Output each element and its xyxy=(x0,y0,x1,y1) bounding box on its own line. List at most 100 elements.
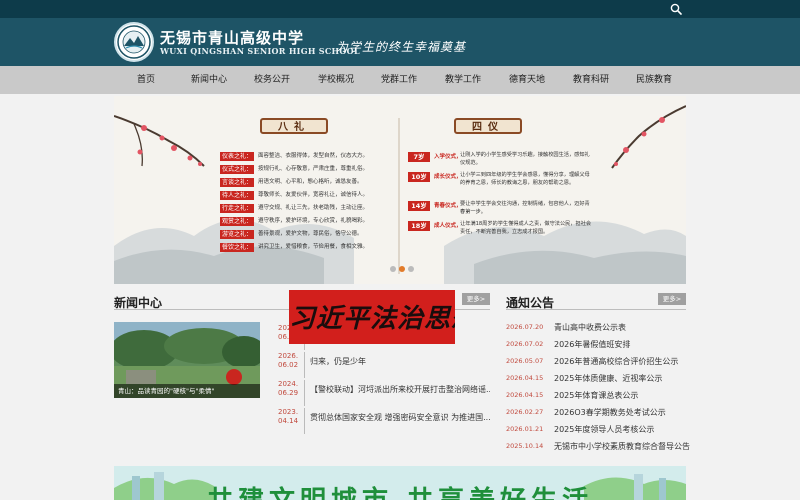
rule-of-law-calligraphy: 习近平法治思想 xyxy=(289,304,455,334)
main-nav: 首页 新闻中心 校务公开 学校概况 党群工作 教学工作 德育天地 教育科研 民族… xyxy=(0,66,800,94)
notice-date: 2026.01.21 xyxy=(506,425,544,433)
news-more-button[interactable]: 更多> xyxy=(462,293,490,305)
school-slogan: 为学生的终生幸福奠基 xyxy=(336,40,467,54)
nav-item-news[interactable]: 新闻中心 xyxy=(191,66,227,94)
school-logo[interactable] xyxy=(114,22,154,62)
news-divider xyxy=(304,352,305,378)
notice-date: 2026.07.02 xyxy=(506,340,544,348)
nav-item-ethnic[interactable]: 民族教育 xyxy=(636,66,672,94)
age-tag: 7岁 xyxy=(408,152,430,162)
ceremony-text: 让小学三到四年级的学生学会感恩，懂得分享，理解父母的养育之恩，师长的教诲之恩，朋… xyxy=(460,172,590,186)
notice-date: 2025.10.14 xyxy=(506,442,544,450)
top-bar xyxy=(0,0,800,18)
notice-list-item[interactable]: 2026.05.07 2026年普通高校综合评价招生公示 xyxy=(506,354,690,371)
ceremony-name: 成人仪式， xyxy=(434,223,462,229)
rite-text: 遵守秩序，爱护环境，专心欣赏，礼貌喝彩。 xyxy=(258,218,369,224)
age-tag: 10岁 xyxy=(408,172,430,182)
notice-title[interactable]: 2026O3春学期教务处考试公示 xyxy=(554,407,690,418)
rite-text: 善待景观，爱护文物，尊民俗，恪守公德。 xyxy=(258,231,363,237)
nav-item-moral[interactable]: 德育天地 xyxy=(509,66,545,94)
notice-title[interactable]: 2025年体育课总表公示 xyxy=(554,390,690,401)
nav-item-teaching[interactable]: 教学工作 xyxy=(445,66,481,94)
news-list-item[interactable]: 2023. 04.14 贯彻总体国家安全观 增强密码安全意识 为推进国... xyxy=(270,408,490,438)
rite-text: 遵守交规、礼让三先，扶老助残，主动让座。 xyxy=(258,205,369,211)
carousel-dot[interactable] xyxy=(390,266,396,272)
notice-date: 2026.05.07 xyxy=(506,357,544,365)
nav-item-affairs[interactable]: 校务公开 xyxy=(254,66,290,94)
news-date: 2023. 04.14 xyxy=(278,408,299,425)
four-ceremonies-title: 四仪 xyxy=(454,118,522,134)
eight-rites-title: 八礼 xyxy=(260,118,328,134)
news-date: 2024. 06.29 xyxy=(278,380,299,397)
ceremony-name: 入学仪式， xyxy=(434,154,462,160)
notice-date: 2026.04.15 xyxy=(506,374,544,382)
notice-list-item[interactable]: 2026.07.20 青山高中收费公示表 xyxy=(506,320,690,337)
header: 无锡市青山高级中学 WUXI QINGSHAN SENIOR HIGH SCHO… xyxy=(0,18,800,66)
rite-tag: 仪式之礼： xyxy=(220,165,255,174)
notice-list-item[interactable]: 2026.04.15 2025年体质健康、近视率公示 xyxy=(506,371,690,388)
school-emblem-icon xyxy=(117,25,151,59)
search-icon[interactable] xyxy=(670,3,682,15)
ceremony-name: 青春仪式， xyxy=(434,203,462,209)
notice-list-item[interactable]: 2025.10.14 无锡市中小学校素质教育综合督导公告 xyxy=(506,439,690,456)
news-featured-photo[interactable]: 青山：品读青园的"硬核"与"柔情" xyxy=(114,322,260,398)
homepage: 无锡市青山高级中学 WUXI QINGSHAN SENIOR HIGH SCHO… xyxy=(0,0,800,500)
notice-title[interactable]: 无锡市中小学校素质教育综合督导公告 xyxy=(554,441,690,452)
hero-banner[interactable]: 八礼 四仪 仪表之礼： 面容整洁、衣服得体，发型自然，仪态大方。 仪式之礼： 按… xyxy=(114,96,686,284)
rite-tag: 仪表之礼： xyxy=(220,152,255,161)
news-title[interactable]: 贯彻总体国家安全观 增强密码安全意识 为推进国... xyxy=(310,413,490,423)
school-name-en: WUXI QINGSHAN SENIOR HIGH SCHOOL xyxy=(160,46,360,56)
notice-list-item[interactable]: 2026.01.21 2025年度领导人员考核公示 xyxy=(506,422,690,439)
civilization-slogan: 共建文明城市 共享美好生活 xyxy=(114,480,686,500)
notice-date: 2026.04.15 xyxy=(506,391,544,399)
rite-tag: 游览之礼： xyxy=(220,230,255,239)
carousel-dot-active[interactable] xyxy=(399,266,405,272)
notice-title[interactable]: 青山高中收费公示表 xyxy=(554,322,690,333)
notice-title[interactable]: 2026年普通高校综合评价招生公示 xyxy=(554,356,690,367)
nav-item-party[interactable]: 党群工作 xyxy=(381,66,417,94)
nav-item-about[interactable]: 学校概况 xyxy=(318,66,354,94)
notice-title[interactable]: 2025年度领导人员考核公示 xyxy=(554,424,690,435)
notice-list-item[interactable]: 2026.07.02 2026年暑假值班安排 xyxy=(506,337,690,354)
notice-list-item[interactable]: 2026.02.27 2026O3春学期教务处考试公示 xyxy=(506,405,690,422)
nav-item-home[interactable]: 首页 xyxy=(137,66,155,94)
notice-title[interactable]: 2026年暑假值班安排 xyxy=(554,339,690,350)
rite-text: 讲究卫生，爱惜粮食，节俭用餐，食相文雅。 xyxy=(258,244,369,250)
news-list-item[interactable]: 2024. 06.29 【警校联动】河埒派出所来校开展打击整治网络谣... xyxy=(270,380,490,410)
notice-date: 2026.02.27 xyxy=(506,408,544,416)
rite-tag: 待人之礼： xyxy=(220,191,255,200)
news-list-item[interactable]: 2026. 06.02 归来，仍是少年 xyxy=(270,352,490,382)
news-title[interactable]: 【警校联动】河埒派出所来校开展打击整治网络谣... xyxy=(310,385,490,395)
ceremony-text: 让刚入学的小学生感受学习乐趣，接触校园生活，感知礼仪规范。 xyxy=(460,152,590,166)
civilization-banner[interactable]: 共建文明城市 共享美好生活 xyxy=(114,466,686,500)
news-title[interactable]: 归来，仍是少年 xyxy=(310,357,490,367)
carousel-pagination xyxy=(390,266,414,272)
news-photo-caption[interactable]: 青山：品读青园的"硬核"与"柔情" xyxy=(114,384,260,398)
notice-title[interactable]: 2025年体质健康、近视率公示 xyxy=(554,373,690,384)
rite-text: 面容整洁、衣服得体，发型自然，仪态大方。 xyxy=(258,153,369,159)
school-name-cn[interactable]: 无锡市青山高级中学 xyxy=(160,27,304,48)
ceremony-name: 成长仪式， xyxy=(434,174,462,180)
banner-background-art xyxy=(114,96,686,284)
ceremony-text: 让年满18周岁的学生懂得成人之责，做守法公民，担社会责任，不断完善自我，立志成才… xyxy=(460,221,592,235)
rite-tag: 言谈之礼： xyxy=(220,178,255,187)
age-tag: 14岁 xyxy=(408,201,430,211)
news-divider xyxy=(304,408,305,434)
rite-tag: 观赏之礼： xyxy=(220,217,255,226)
ceremony-text: 要让中学生学会交往沟通，控制情绪，包容他人，迈好青春第一步。 xyxy=(460,201,590,215)
rite-tag: 餐饮之礼： xyxy=(220,243,255,252)
notice-section-divider xyxy=(506,309,686,310)
notice-list-item[interactable]: 2026.04.15 2025年体育课总表公示 xyxy=(506,388,690,405)
notice-more-button[interactable]: 更多> xyxy=(658,293,686,305)
nav-item-research[interactable]: 教育科研 xyxy=(573,66,609,94)
rule-of-law-promo[interactable]: 习近平法治思想 xyxy=(289,290,455,344)
rite-tag: 行走之礼： xyxy=(220,204,255,213)
news-date: 2026. 06.02 xyxy=(278,352,299,369)
rite-text: 用语文明、心平和，態心格听，诚恳友善。 xyxy=(258,179,363,185)
notice-date: 2026.07.20 xyxy=(506,323,544,331)
rite-text: 按规行礼、心存敬意，严肃庄重，尊重礼俗。 xyxy=(258,166,369,172)
rite-text: 尊敬师长、友爱伙伴，宽容礼让，诚信待人。 xyxy=(258,192,369,198)
carousel-dot[interactable] xyxy=(408,266,414,272)
news-divider xyxy=(304,380,305,406)
age-tag: 18岁 xyxy=(408,221,430,231)
